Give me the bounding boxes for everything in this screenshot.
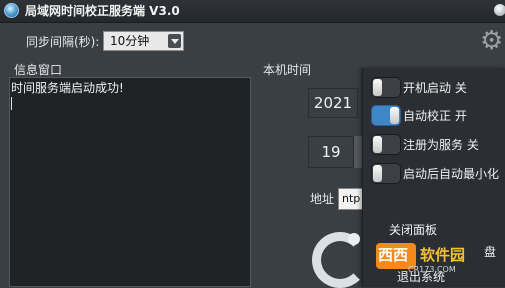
hour-field[interactable]: 19 xyxy=(308,136,354,168)
close-panel-button[interactable]: 关闭面板 xyxy=(389,222,437,238)
info-window-label: 信息窗口 xyxy=(14,63,63,77)
address-input[interactable]: ntp xyxy=(338,188,364,210)
autostart-toggle[interactable] xyxy=(371,77,401,98)
register-service-toggle[interactable] xyxy=(371,134,401,155)
auto-minimize-row[interactable]: 启动后自动最小化 xyxy=(369,163,504,185)
watermark-brand: 西西 xyxy=(378,246,409,264)
register-service-label: 注册为服务 关 xyxy=(403,138,479,152)
auto-minimize-toggle[interactable] xyxy=(371,163,401,184)
auto-correct-row[interactable]: 自动校正 开 xyxy=(369,105,504,127)
autostart-row[interactable]: 开机启动 关 xyxy=(369,77,504,99)
sync-interval-value: 10分钟 xyxy=(110,34,150,48)
year-field[interactable]: 2021 xyxy=(308,88,358,118)
log-line: 时间服务端启动成功! xyxy=(11,81,124,95)
close-icon[interactable] xyxy=(494,4,505,16)
globe-icon xyxy=(4,3,19,18)
panel-menu-item[interactable]: 盘 xyxy=(484,244,496,260)
auto-correct-toggle[interactable] xyxy=(371,105,401,126)
watermark-url: CR173.COM xyxy=(408,265,456,274)
register-service-row[interactable]: 注册为服务 关 xyxy=(369,134,504,156)
hour-spinner[interactable] xyxy=(354,136,362,168)
text-caret xyxy=(11,97,12,110)
info-window[interactable]: 时间服务端启动成功! xyxy=(9,77,251,287)
auto-minimize-label: 启动后自动最小化 xyxy=(403,167,500,181)
watermark-logo-dot xyxy=(348,233,360,245)
local-time-label: 本机时间 xyxy=(263,63,312,77)
address-label: 地址 xyxy=(310,192,335,206)
watermark-brand-suffix: 软件园 xyxy=(420,246,466,264)
window-title: 局域网时间校正服务端 V3.0 xyxy=(25,4,180,18)
gear-icon[interactable]: ⚙ xyxy=(480,28,503,54)
sync-interval-label: 同步间隔(秒): xyxy=(26,35,100,49)
autostart-label: 开机启动 关 xyxy=(403,81,467,95)
auto-correct-label: 自动校正 开 xyxy=(403,109,467,123)
chevron-down-icon[interactable] xyxy=(168,34,181,48)
sync-interval-select[interactable]: 10分钟 xyxy=(103,31,184,51)
